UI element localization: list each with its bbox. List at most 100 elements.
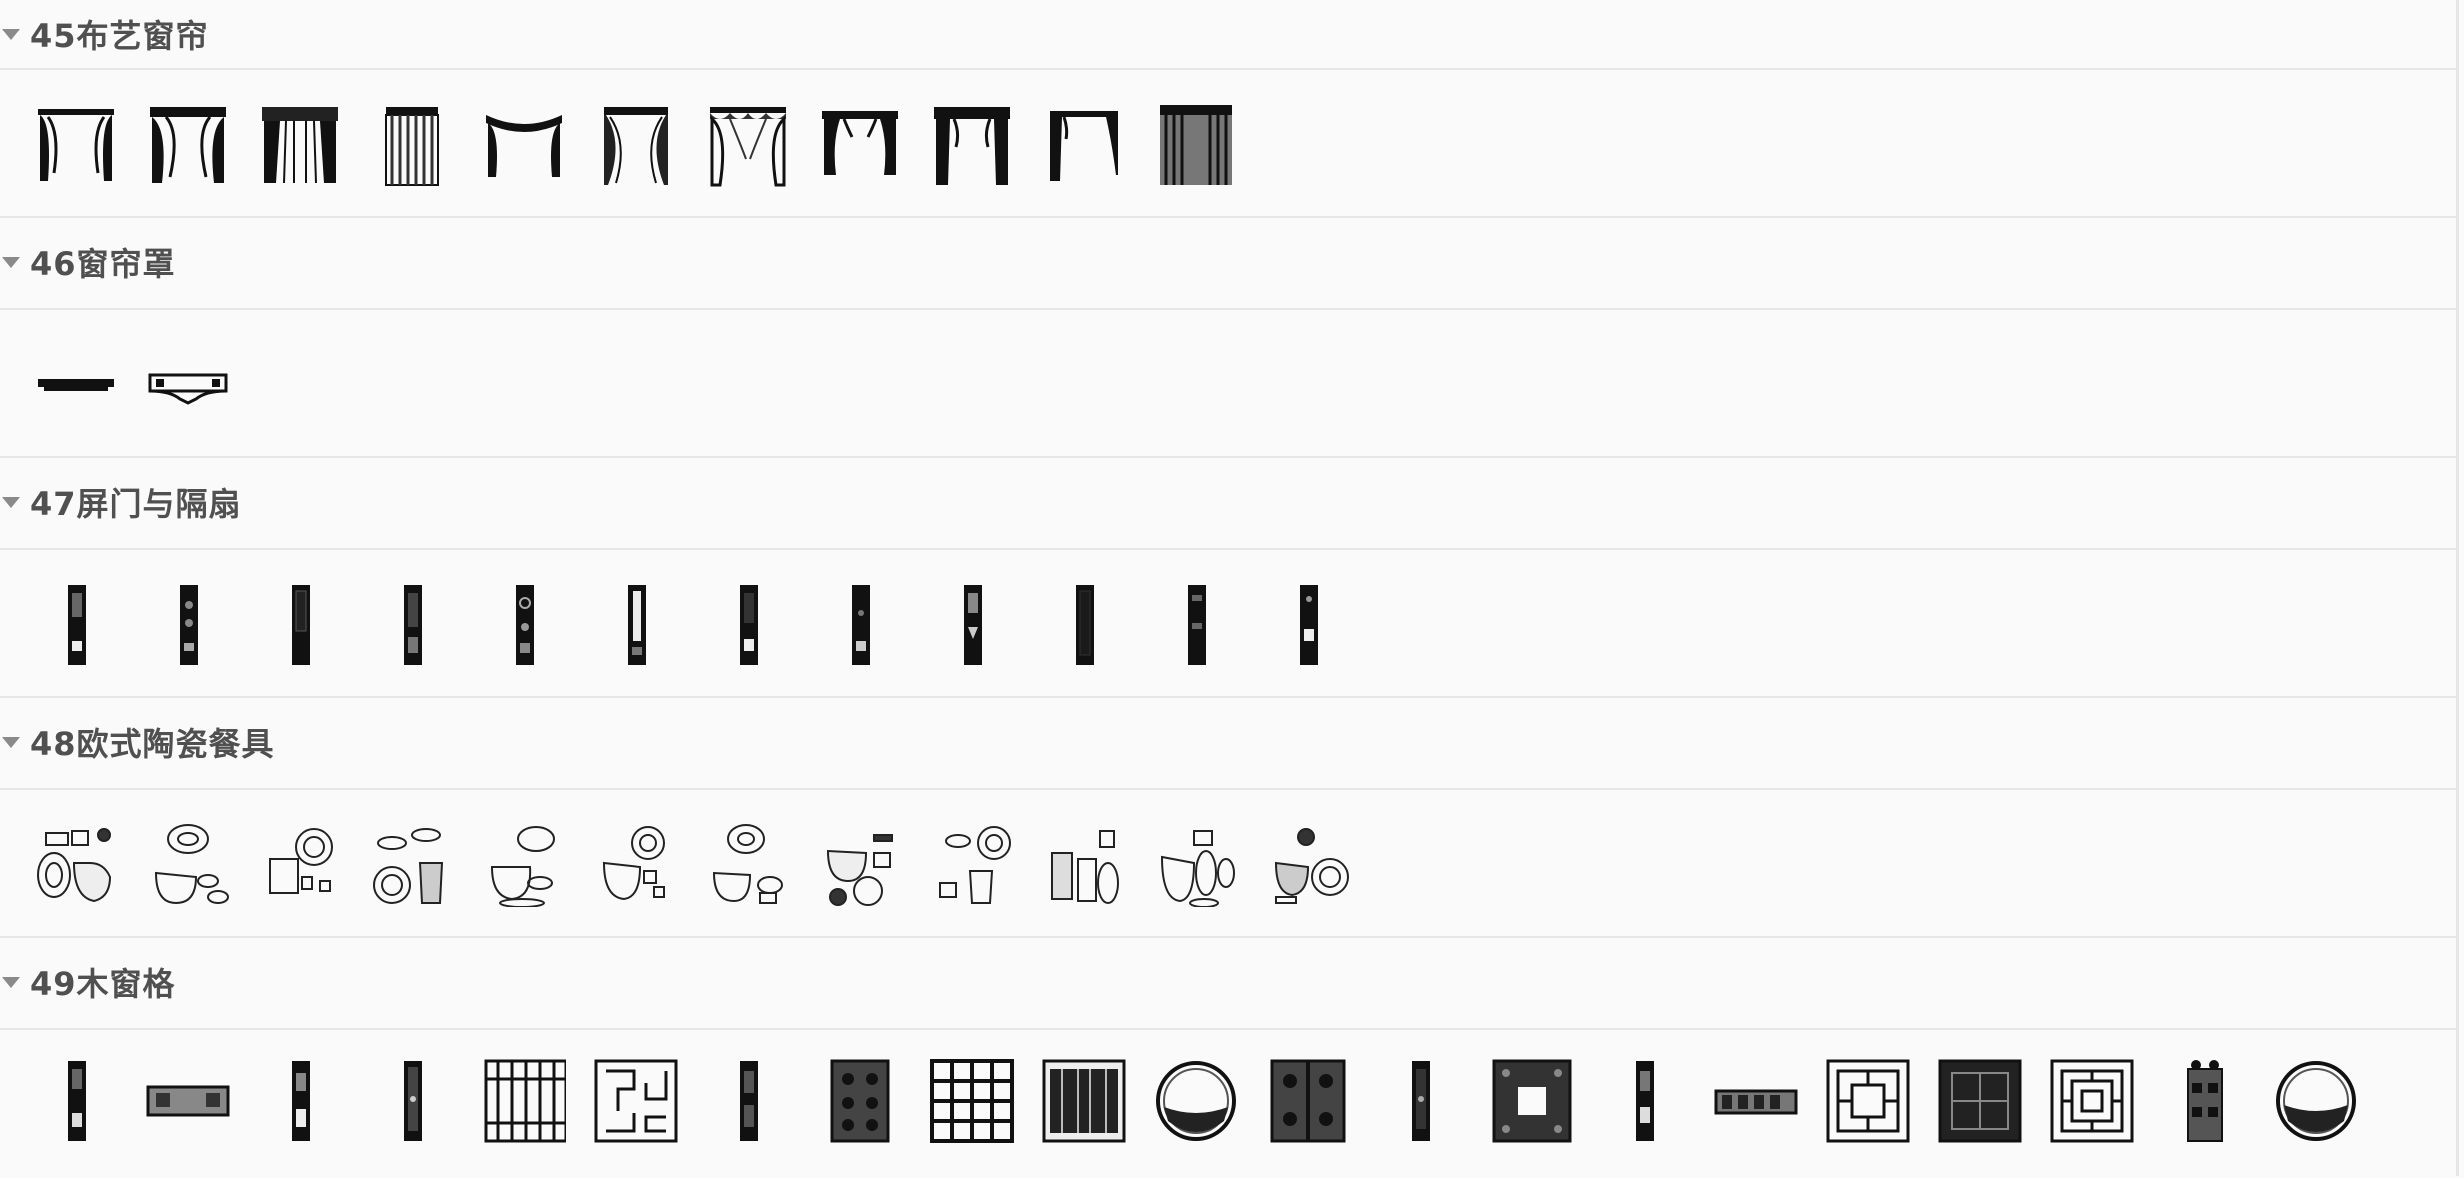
section-title: 45布艺窗帘 (30, 17, 209, 55)
tableware-thumbnail[interactable] (482, 820, 566, 910)
wood-lattice-thumbnail[interactable] (1490, 1056, 1574, 1146)
tableware-icon (1051, 830, 1119, 904)
section-header[interactable]: 46窗帘罩 (0, 216, 2456, 310)
curtain-thumbnail[interactable] (258, 100, 342, 190)
wood-lattice-icon (930, 1059, 1014, 1143)
screen-door-thumbnail[interactable] (1042, 580, 1126, 670)
wood-lattice-icon (594, 1059, 678, 1143)
section-title: 46窗帘罩 (30, 245, 176, 283)
wood-lattice-thumbnail[interactable] (34, 1056, 118, 1146)
wood-lattice-thumbnail[interactable] (2050, 1056, 2134, 1146)
curtain-thumbnail[interactable] (706, 100, 790, 190)
curtain-thumbnail[interactable] (34, 100, 118, 190)
wood-lattice-thumbnail[interactable] (482, 1056, 566, 1146)
wood-lattice-thumbnail[interactable] (706, 1056, 790, 1146)
section-header[interactable]: 49木窗格 (0, 936, 2456, 1030)
tableware-icon (154, 824, 229, 905)
wood-lattice-thumbnail[interactable] (1602, 1056, 1686, 1146)
screen-door-thumbnail[interactable] (1266, 580, 1350, 670)
curtain-thumbnail[interactable] (1042, 100, 1126, 190)
wood-lattice-thumbnail[interactable] (1042, 1056, 1126, 1146)
screen-door-thumbnail[interactable] (34, 580, 118, 670)
section-48: 48欧式陶瓷餐具 (0, 696, 2456, 938)
section-header[interactable]: 45布艺窗帘 (0, 0, 2456, 70)
tableware-thumbnail[interactable] (370, 820, 454, 910)
caret-down-icon[interactable] (2, 736, 20, 748)
wood-lattice-icon (1042, 1059, 1126, 1143)
curtain-thumbnail[interactable] (370, 100, 454, 190)
valance-icon (148, 373, 228, 405)
wood-lattice-icon (68, 1061, 86, 1141)
screen-door-thumbnail[interactable] (706, 580, 790, 670)
wood-lattice-icon (292, 1061, 310, 1141)
screen-door-thumbnail[interactable] (594, 580, 678, 670)
wood-lattice-thumbnail[interactable] (594, 1056, 678, 1146)
screen-door-thumbnail[interactable] (482, 580, 566, 670)
screen-door-thumbnail[interactable] (930, 580, 1014, 670)
wood-lattice-thumbnail[interactable] (146, 1056, 230, 1146)
tableware-thumbnail[interactable] (258, 820, 342, 910)
tableware-icon (712, 824, 783, 904)
valance-thumbnail[interactable] (146, 340, 230, 430)
wood-lattice-thumbnail[interactable] (258, 1056, 342, 1146)
wood-lattice-icon (1636, 1061, 1654, 1141)
caret-down-icon[interactable] (2, 28, 20, 40)
tableware-thumbnail[interactable] (34, 820, 118, 910)
section-title: 48欧式陶瓷餐具 (30, 725, 275, 763)
tableware-thumbnail[interactable] (1266, 820, 1350, 910)
wood-lattice-thumbnail[interactable] (2162, 1056, 2246, 1146)
panel-divider (2456, 0, 2459, 1176)
tableware-icon (602, 826, 665, 901)
tableware-thumbnail[interactable] (818, 820, 902, 910)
wood-lattice-thumbnail[interactable] (1714, 1056, 1798, 1146)
tableware-thumbnail[interactable] (1042, 820, 1126, 910)
wood-lattice-icon (1714, 1089, 1798, 1115)
wood-lattice-thumbnail[interactable] (1266, 1056, 1350, 1146)
wood-lattice-icon (1938, 1059, 2022, 1143)
curtain-thumbnail[interactable] (594, 100, 678, 190)
caret-down-icon[interactable] (2, 976, 20, 988)
wood-lattice-icon (2187, 1060, 2223, 1142)
tableware-thumbnail[interactable] (594, 820, 678, 910)
curtain-thumbnail[interactable] (146, 100, 230, 190)
wood-lattice-icon (404, 1061, 422, 1141)
screen-door-icon (740, 585, 758, 665)
wood-lattice-thumbnail[interactable] (1938, 1056, 2022, 1146)
caret-down-icon[interactable] (2, 496, 20, 508)
screen-door-thumbnail[interactable] (818, 580, 902, 670)
caret-down-icon[interactable] (2, 256, 20, 268)
wood-lattice-icon (2050, 1059, 2134, 1143)
curtain-thumbnail[interactable] (930, 100, 1014, 190)
curtain-thumbnail[interactable] (1154, 100, 1238, 190)
tableware-icon (269, 828, 333, 894)
section-header[interactable]: 48欧式陶瓷餐具 (0, 696, 2456, 790)
wood-lattice-thumbnail[interactable] (370, 1056, 454, 1146)
library-panel: 45布艺窗帘 46窗帘罩 47屏门与隔扇 48欧式陶瓷餐具 49木窗格 (0, 0, 2456, 1176)
curtain-icon (486, 115, 562, 177)
screen-door-icon (516, 585, 534, 665)
tableware-thumbnail[interactable] (930, 820, 1014, 910)
curtain-icon (385, 107, 439, 186)
screen-door-thumbnail[interactable] (1154, 580, 1238, 670)
screen-door-thumbnail[interactable] (146, 580, 230, 670)
wood-lattice-thumbnail[interactable] (1826, 1056, 1910, 1146)
screen-door-thumbnail[interactable] (258, 580, 342, 670)
tableware-thumbnail[interactable] (706, 820, 790, 910)
tableware-thumbnail[interactable] (1154, 820, 1238, 910)
wood-lattice-thumbnail[interactable] (930, 1056, 1014, 1146)
wood-lattice-thumbnail[interactable] (818, 1056, 902, 1146)
wood-lattice-thumbnail[interactable] (2274, 1056, 2358, 1146)
section-49: 49木窗格 (0, 936, 2456, 1178)
curtain-thumbnail[interactable] (818, 100, 902, 190)
screen-door-thumbnail[interactable] (370, 580, 454, 670)
tableware-thumbnail[interactable] (146, 820, 230, 910)
section-46: 46窗帘罩 (0, 216, 2456, 458)
wood-lattice-thumbnail[interactable] (1378, 1056, 1462, 1146)
wood-lattice-thumbnail[interactable] (1154, 1056, 1238, 1146)
section-header[interactable]: 47屏门与隔扇 (0, 456, 2456, 550)
curtain-icon (710, 107, 786, 187)
valance-thumbnail[interactable] (34, 340, 118, 430)
curtain-icon (150, 107, 226, 183)
curtain-thumbnail[interactable] (482, 100, 566, 190)
screen-door-icon (1188, 585, 1206, 665)
